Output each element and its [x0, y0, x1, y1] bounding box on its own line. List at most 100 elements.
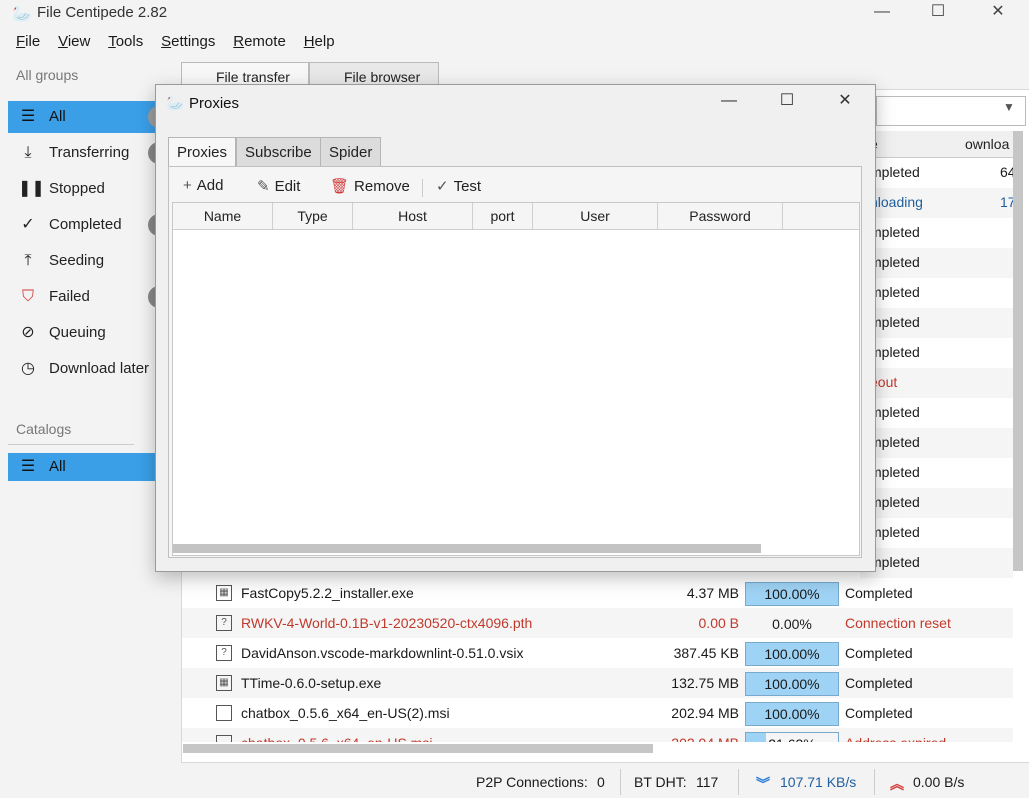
- dialog-maximize-button[interactable]: ☐: [764, 91, 810, 113]
- table-row[interactable]: ▦ FastCopy5.2.2_installer.exe 4.37 MB 100.0…: [182, 578, 1013, 608]
- file-size: 4.37 MB: [686, 585, 739, 601]
- p2p-label: P2P Connections:: [476, 774, 588, 790]
- download-speed: 107.71 KB/s: [780, 774, 857, 790]
- table-row[interactable]: ? DavidAnson.vscode-markdownlint-0.51.0.v…: [182, 638, 1013, 668]
- sidebar-item-seeding[interactable]: ⤒ Seeding: [8, 245, 160, 277]
- download-speed-icon: ︾: [756, 776, 770, 792]
- menu-file[interactable]: File: [16, 33, 40, 50]
- progress-fill: [746, 733, 766, 742]
- row-status: mpleted: [870, 404, 920, 420]
- window-title: File Centipede 2.82: [37, 4, 168, 21]
- test-button[interactable]: ✓ Test: [436, 177, 481, 195]
- file-name: DavidAnson.vscode-markdownlint-0.51.0.vs…: [241, 645, 524, 661]
- centipede-app-icon: 🦢: [12, 6, 32, 23]
- table-row[interactable]: ▦ TTime-0.6.0-setup.exe 132.75 MB 100.00% Co…: [182, 668, 1013, 698]
- file-status: Completed: [845, 675, 913, 691]
- progress-bar: 100.00%: [745, 642, 839, 666]
- sidebar-item-stopped[interactable]: ❚❚ Stopped: [8, 173, 160, 205]
- row-status: mpleted: [870, 524, 920, 540]
- row-status: mpleted: [870, 344, 920, 360]
- clock-icon: ◷: [21, 360, 35, 377]
- progress-bar: 21.63%: [745, 732, 839, 742]
- close-button[interactable]: ✕: [975, 2, 1021, 24]
- table-row[interactable]: chatbox_0.5.6_x64_en-US(2).msi 202.94 MB 1…: [182, 698, 1013, 728]
- upload-speed: 0.00 B/s: [913, 774, 965, 790]
- row-status: mpleted: [870, 464, 920, 480]
- menu-view[interactable]: View: [58, 33, 90, 50]
- proxies-table: Name Type Host port User Password: [172, 202, 860, 556]
- column-password[interactable]: Password: [658, 203, 783, 230]
- catalog-item-all[interactable]: ☰ All: [8, 453, 160, 481]
- sidebar-item-queuing[interactable]: ⊘ Queuing: [8, 317, 160, 349]
- column-host[interactable]: Host: [353, 203, 473, 230]
- divider: [8, 444, 134, 445]
- maximize-button[interactable]: ☐: [915, 2, 961, 24]
- file-size: 202.94 MB: [671, 705, 739, 721]
- status-bar: P2P Connections: 0 BT DHT: 117 ︾ 107.71 …: [0, 765, 1029, 798]
- dialog-close-button[interactable]: ✕: [822, 91, 868, 113]
- sidebar-item-failed[interactable]: ⛉ Failed 1: [8, 281, 170, 313]
- blank-file-icon: [216, 705, 232, 721]
- row-status: mpleted: [870, 434, 920, 450]
- tab-subscribe[interactable]: Subscribe: [236, 137, 321, 166]
- menu-help[interactable]: Help: [304, 33, 335, 50]
- minimize-button[interactable]: —: [859, 2, 905, 24]
- column-type[interactable]: Type: [273, 203, 353, 230]
- divider: [620, 769, 621, 795]
- row-status: nloading: [870, 194, 923, 210]
- file-status: Completed: [845, 585, 913, 601]
- sidebar-item-completed[interactable]: ✓ Completed 2: [8, 209, 170, 241]
- column-name[interactable]: Name: [173, 203, 273, 230]
- unknown-file-icon: ?: [216, 645, 232, 661]
- progress-bar: 100.00%: [745, 702, 839, 726]
- row-status: mpleted: [870, 254, 920, 270]
- p2p-value: 0: [597, 774, 605, 790]
- menu-tools[interactable]: Tools: [108, 33, 143, 50]
- menu-bar: File View Tools Settings Remote Help: [0, 33, 335, 55]
- list-icon: ☰: [20, 458, 36, 475]
- menu-settings[interactable]: Settings: [161, 33, 215, 50]
- table-row[interactable]: ? RWKV-4-World-0.1B-v1-20230520-ctx4096.p…: [182, 608, 1013, 638]
- add-button[interactable]: + Add: [183, 177, 223, 194]
- column-port[interactable]: port: [473, 203, 533, 230]
- column-state[interactable]: e: [860, 131, 972, 158]
- shield-alert-icon: ⛉: [21, 288, 34, 305]
- tab-proxies[interactable]: Proxies: [168, 137, 237, 168]
- dialog-horizontal-scrollbar[interactable]: [173, 544, 761, 553]
- table-row[interactable]: chatbox_0.5.6_x64_en-US.msi202.94 MB 21.6…: [182, 728, 1013, 742]
- menu-remote[interactable]: Remote: [233, 33, 286, 50]
- sidebar: All groups ☰ All 2 ⤓ Transferring 1 ❚❚ S…: [0, 60, 170, 790]
- check-icon: ✓: [436, 178, 449, 195]
- file-name: chatbox_0.5.6_x64_en-US(2).msi: [241, 705, 450, 721]
- dht-value: 117: [696, 774, 719, 790]
- progress-label: 100.00%: [764, 646, 820, 662]
- sidebar-item-all[interactable]: ☰ All 2: [8, 101, 170, 133]
- upload-speed-icon: ︽: [890, 776, 904, 792]
- edit-button[interactable]: ✎ Edit: [257, 177, 300, 195]
- blank-file-icon: [216, 735, 232, 742]
- dialog-minimize-button[interactable]: —: [706, 91, 752, 113]
- proxies-dialog: 🦢 Proxies — ☐ ✕ Proxies Subscribe Spider…: [155, 84, 876, 572]
- divider: [874, 769, 875, 795]
- progress-bar: 100.00%: [745, 582, 839, 606]
- check-icon: ✓: [21, 216, 35, 233]
- pause-icon: ❚❚: [18, 180, 45, 197]
- progress-label: 100.00%: [764, 676, 820, 692]
- file-name: chatbox_0.5.6_x64_en-US.msi: [241, 728, 681, 742]
- vertical-scrollbar[interactable]: [1013, 131, 1023, 571]
- remove-button[interactable]: 🗑 Remove: [330, 177, 410, 195]
- progress-label: 100.00%: [764, 586, 820, 602]
- tab-spider[interactable]: Spider: [320, 137, 382, 166]
- column-user[interactable]: User: [533, 203, 658, 230]
- sidebar-item-download-later[interactable]: ◷ Download later: [8, 353, 160, 385]
- dht-label: BT DHT:: [634, 774, 687, 790]
- column-downloaded[interactable]: ownloa: [962, 131, 1017, 158]
- horizontal-scrollbar[interactable]: [183, 744, 653, 753]
- progress-label: 21.63%: [768, 736, 815, 742]
- file-status: Completed: [845, 645, 913, 661]
- sidebar-item-transferring[interactable]: ⤓ Transferring 1: [8, 137, 170, 169]
- file-size: 0.00 B: [698, 615, 739, 631]
- plus-icon: +: [183, 177, 192, 194]
- row-status: mpleted: [870, 284, 920, 300]
- file-name: RWKV-4-World-0.1B-v1-20230520-ctx4096.pt…: [241, 615, 533, 631]
